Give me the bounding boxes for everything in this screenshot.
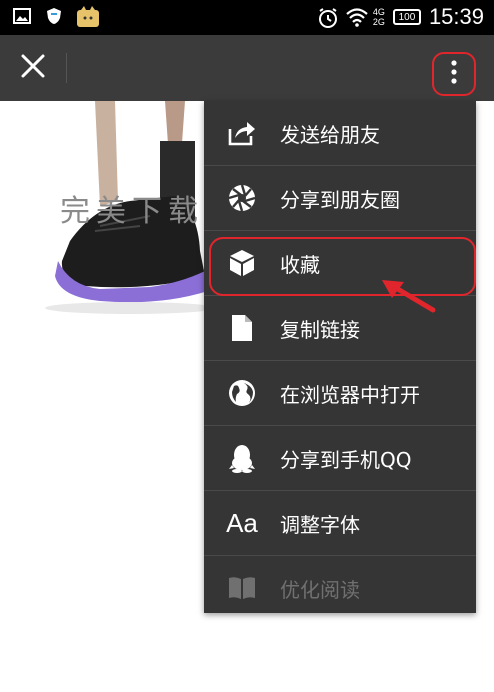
menu-item-share-moments[interactable]: 分享到朋友圈 — [204, 166, 476, 231]
toolbar-divider — [66, 53, 67, 83]
battery-level: 100 — [398, 11, 416, 23]
font-aa-icon: Aa — [226, 507, 258, 538]
menu-item-font-size[interactable]: Aa 调整字体 — [204, 491, 476, 556]
moments-aperture-icon — [224, 180, 260, 216]
share-forward-icon — [224, 115, 260, 151]
menu-item-label: 发送给朋友 — [280, 122, 380, 147]
image-notification-icon — [12, 6, 32, 26]
menu-item-send-to-friend[interactable]: 发送给朋友 — [204, 101, 476, 166]
signal-icon: 4G 2G — [373, 7, 385, 27]
globe-icon — [224, 375, 260, 411]
menu-item-label: 优化阅读 — [280, 577, 360, 602]
menu-item-optimize-reading[interactable]: 优化阅读 — [204, 556, 476, 613]
network-bottom-label: 2G — [372, 17, 385, 27]
pointer-arrow-icon — [382, 280, 436, 313]
close-button[interactable] — [16, 51, 50, 85]
menu-item-label: 分享到手机QQ — [280, 447, 412, 472]
more-vertical-icon — [450, 59, 458, 89]
menu-item-label: 收藏 — [280, 252, 320, 277]
cat-app-icon — [76, 6, 99, 27]
close-icon — [20, 53, 46, 83]
book-icon — [224, 570, 260, 606]
menu-item-share-qq[interactable]: 分享到手机QQ — [204, 426, 476, 491]
top-toolbar — [0, 35, 494, 101]
battery-icon: 100 — [392, 9, 421, 25]
shield-icon — [44, 6, 64, 26]
menu-item-label: 分享到朋友圈 — [280, 187, 400, 212]
menu-item-label: 在浏览器中打开 — [280, 382, 420, 407]
network-top-label: 4G — [372, 7, 385, 17]
overflow-menu: 发送给朋友 分享到朋友圈 收藏 复制链接 在浏览器中打开 分享到手机QQ Aa … — [204, 101, 476, 613]
watermark-text: 完美下载 — [60, 194, 204, 229]
alarm-icon — [317, 7, 337, 28]
menu-item-label: 复制链接 — [280, 317, 360, 342]
wifi-icon — [345, 7, 368, 27]
qq-penguin-icon — [224, 440, 260, 476]
status-time: 15:39 — [428, 4, 484, 29]
more-options-button[interactable] — [432, 52, 476, 96]
status-bar: 4G 2G 100 15:39 — [0, 0, 494, 35]
cube-favorite-icon — [224, 245, 260, 281]
menu-item-label: 调整字体 — [280, 512, 360, 537]
menu-item-open-browser[interactable]: 在浏览器中打开 — [204, 361, 476, 426]
copy-link-icon — [224, 310, 260, 346]
